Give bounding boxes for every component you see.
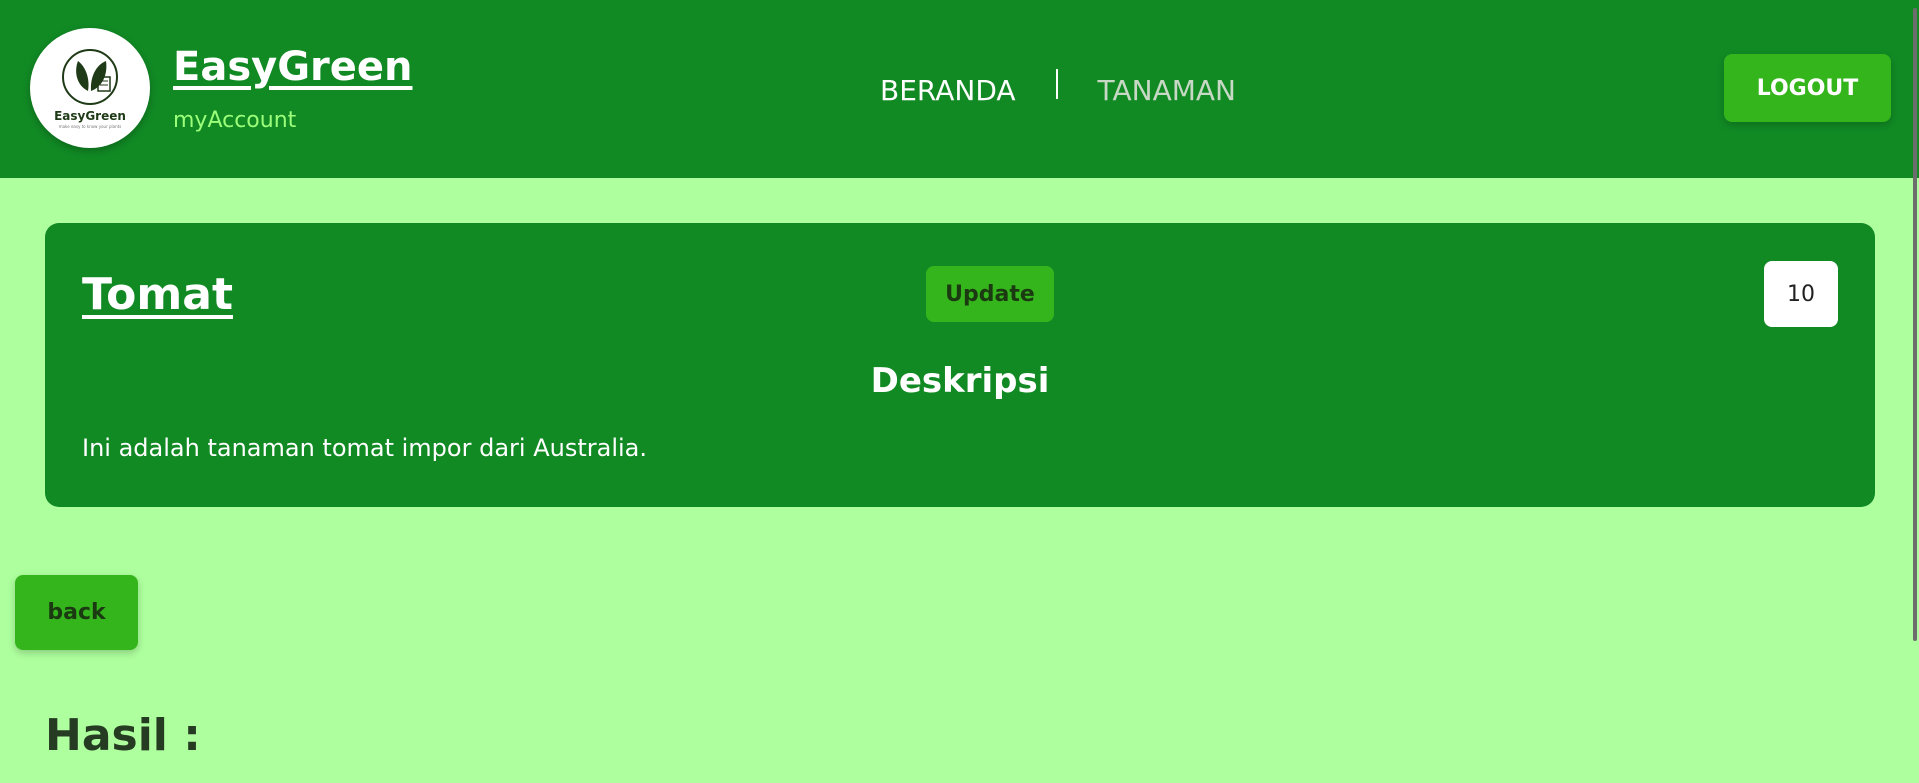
leaf-logo-icon <box>62 49 118 105</box>
scrollbar[interactable] <box>1913 8 1917 641</box>
result-heading: Hasil : <box>45 710 201 761</box>
logo-tagline: make easy to know your plants <box>58 124 122 129</box>
update-button[interactable]: Update <box>926 266 1054 322</box>
nav-beranda[interactable]: BERANDA <box>880 74 1016 107</box>
quantity-badge: 10 <box>1764 261 1838 327</box>
description-text: Ini adalah tanaman tomat impor dari Aust… <box>82 434 647 462</box>
plant-card: Tomat Update 10 Deskripsi Ini adalah tan… <box>45 223 1875 507</box>
page: EasyGreen make easy to know your plants … <box>0 0 1919 783</box>
brand-title[interactable]: EasyGreen <box>173 44 413 90</box>
logout-button[interactable]: LOGOUT <box>1724 54 1891 122</box>
logo[interactable]: EasyGreen make easy to know your plants <box>30 28 150 148</box>
description-heading: Deskripsi <box>870 361 1050 401</box>
plant-name: Tomat <box>82 269 233 320</box>
main-nav: BERANDA TANAMAN <box>880 69 1236 110</box>
back-button[interactable]: back <box>15 575 138 650</box>
logo-text: EasyGreen <box>54 109 126 123</box>
account-label: myAccount <box>173 108 297 133</box>
top-header: EasyGreen make easy to know your plants … <box>0 0 1919 178</box>
nav-divider <box>1055 69 1058 99</box>
nav-tanaman[interactable]: TANAMAN <box>1098 74 1236 107</box>
